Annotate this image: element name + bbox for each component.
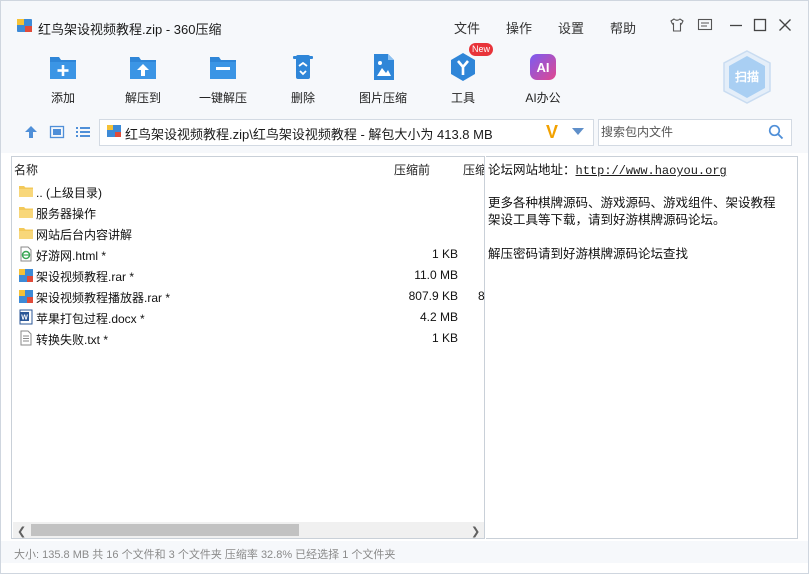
- forum-link[interactable]: http://www.haoyou.org: [576, 164, 727, 178]
- v-verify-icon[interactable]: V: [546, 122, 558, 143]
- menu-settings[interactable]: 设置: [558, 18, 584, 37]
- ai-office-label: AI办公: [525, 91, 561, 105]
- column-size[interactable]: 压缩前: [394, 161, 430, 178]
- trash-icon: [293, 55, 313, 79]
- one-click-extract-icon: [210, 57, 236, 79]
- rar-file-icon: [19, 269, 33, 282]
- status-text: 大小: 135.8 MB 共 16 个文件和 3 个文件夹 压缩率 32.8% …: [14, 549, 396, 561]
- new-badge: New: [469, 43, 493, 56]
- rar-file-icon: [19, 290, 33, 303]
- scrollbar-thumb[interactable]: [31, 524, 299, 536]
- menu-action[interactable]: 操作: [506, 18, 532, 37]
- feedback-icon[interactable]: [697, 17, 713, 33]
- thumbnail-view-icon[interactable]: [49, 125, 65, 139]
- file-name: 网站后台内容讲解: [36, 228, 133, 242]
- file-name: 好游网.html *: [36, 249, 107, 263]
- table-row[interactable]: 架设视频教程.rar * 11.0 MB: [13, 264, 483, 285]
- archive-app-icon: [17, 19, 32, 32]
- file-size: 4.2 MB: [419, 310, 458, 324]
- tools-button[interactable]: 工具: [428, 51, 498, 113]
- comment-line: 架设工具等下载，请到好游棋牌源码论坛。: [488, 212, 726, 227]
- svg-text:W: W: [21, 315, 28, 322]
- table-row[interactable]: 架设视频教程播放器.rar * 807.9 KB 8: [13, 285, 485, 306]
- up-arrow-icon[interactable]: [23, 125, 39, 139]
- table-row[interactable]: .. (上级目录): [13, 180, 483, 201]
- file-size: 1 KB: [431, 247, 458, 261]
- app-window: 红鸟架设视频教程.zip - 360压缩 文件 操作 设置 帮助 添加 解压到 …: [0, 0, 809, 574]
- search-input[interactable]: [601, 122, 761, 142]
- extract-to-button[interactable]: 解压到: [108, 51, 178, 113]
- one-click-extract-button[interactable]: 一键解压: [188, 51, 258, 113]
- file-size: 1 KB: [431, 331, 458, 345]
- text-file-icon: [20, 330, 32, 346]
- image-compress-button[interactable]: 图片压缩: [348, 51, 418, 113]
- comment-line: 解压密码请到好游棋牌源码论坛查找: [488, 246, 689, 261]
- window-title: 红鸟架设视频教程.zip - 360压缩: [38, 22, 222, 37]
- word-file-icon: W: [19, 309, 33, 325]
- delete-button[interactable]: 删除: [268, 51, 338, 113]
- minimize-icon[interactable]: [728, 17, 744, 33]
- scan-button[interactable]: 扫描: [721, 49, 773, 105]
- file-name: 架设视频教程播放器.rar *: [36, 291, 171, 305]
- maximize-icon[interactable]: [752, 17, 768, 33]
- folder-icon: [19, 186, 33, 197]
- forum-address-label: 论坛网站地址：: [488, 162, 576, 177]
- file-size: 807.9 KB: [408, 289, 458, 303]
- path-dropdown-icon[interactable]: [572, 128, 584, 135]
- folder-icon: [19, 207, 33, 218]
- delete-label: 删除: [290, 91, 315, 105]
- file-name: 服务器操作: [36, 207, 97, 221]
- archive-icon: [107, 125, 121, 137]
- tools-label: 工具: [450, 91, 475, 105]
- file-size: 11.0 MB: [414, 268, 458, 282]
- table-row[interactable]: 好游网.html * 1 KB: [13, 243, 483, 264]
- file-name: 苹果打包过程.docx *: [36, 312, 145, 326]
- extract-to-label: 解压到: [124, 91, 161, 105]
- file-name: .. (上级目录): [36, 186, 102, 200]
- one-click-extract-label: 一键解压: [198, 91, 247, 105]
- table-row[interactable]: 网站后台内容讲解: [13, 222, 483, 243]
- scan-label: 扫描: [735, 69, 759, 84]
- html-file-icon: [20, 246, 32, 262]
- table-row[interactable]: W 苹果打包过程.docx * 4.2 MB: [13, 306, 483, 327]
- scroll-left-icon[interactable]: ❮: [17, 525, 26, 538]
- file-packed-size: 8: [478, 289, 485, 303]
- table-row[interactable]: 服务器操作: [13, 201, 483, 222]
- scroll-right-icon[interactable]: ❯: [471, 525, 480, 538]
- column-name[interactable]: 名称: [14, 161, 38, 178]
- extract-to-icon: [130, 57, 156, 79]
- image-compress-icon: [374, 54, 394, 80]
- close-icon[interactable]: [777, 17, 793, 33]
- path-text: 红鸟架设视频教程.zip\红鸟架设视频教程 - 解包大小为 413.8 MB: [125, 127, 493, 142]
- folder-icon: [19, 228, 33, 239]
- add-label: 添加: [50, 91, 75, 105]
- image-compress-label: 图片压缩: [358, 91, 407, 105]
- ai-icon: AI: [530, 54, 556, 80]
- file-name: 架设视频教程.rar *: [36, 270, 135, 284]
- file-name: 转换失败.txt *: [36, 333, 109, 347]
- ai-icon-text: AI: [537, 60, 550, 75]
- table-row[interactable]: 转换失败.txt * 1 KB: [13, 327, 483, 348]
- search-icon[interactable]: [768, 124, 784, 140]
- column-packed[interactable]: 压缩: [463, 161, 484, 178]
- skin-icon[interactable]: [669, 17, 685, 33]
- add-icon: [50, 57, 76, 79]
- menu-help[interactable]: 帮助: [610, 18, 636, 37]
- ai-office-button[interactable]: AI AI办公: [508, 51, 578, 113]
- menu-file[interactable]: 文件: [454, 18, 480, 37]
- forum-address-line: 论坛网站地址：http://www.haoyou.org: [488, 159, 727, 178]
- list-view-icon[interactable]: [75, 125, 91, 139]
- add-button[interactable]: 添加: [28, 51, 98, 113]
